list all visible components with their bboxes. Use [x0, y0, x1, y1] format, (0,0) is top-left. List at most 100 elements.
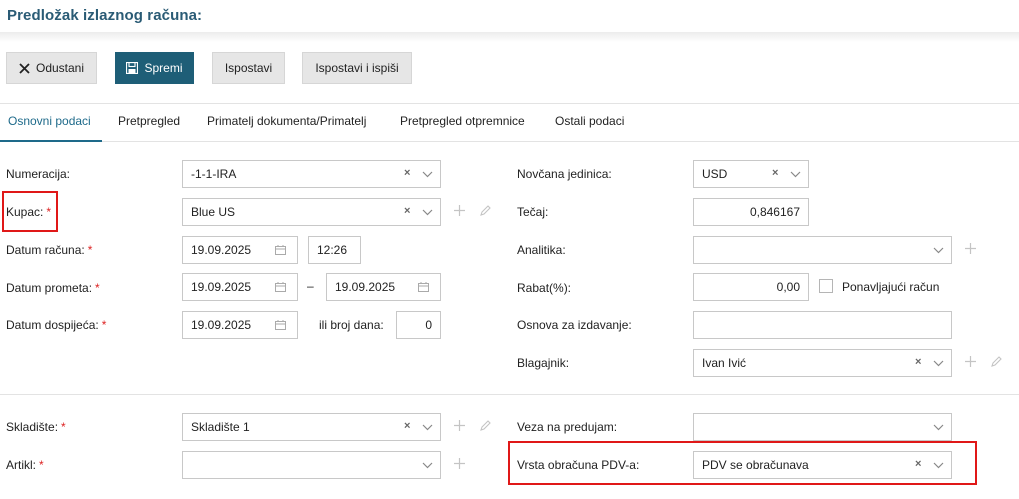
- issue-button[interactable]: Ispostavi: [212, 52, 285, 84]
- skladiste-value: Skladište 1: [191, 420, 250, 434]
- required-marker: *: [95, 281, 100, 295]
- edit-icon[interactable]: [479, 420, 491, 432]
- add-icon[interactable]: [965, 356, 976, 367]
- required-marker: *: [101, 318, 107, 332]
- chevron-down-icon[interactable]: [422, 462, 433, 469]
- chevron-down-icon[interactable]: [933, 462, 944, 469]
- datum-prometa-label-text: Datum prometa:: [6, 281, 93, 295]
- section-divider: [0, 394, 1019, 395]
- rabat-value: 0,00: [776, 280, 800, 294]
- tab-osnovni-podaci[interactable]: Osnovni podaci: [8, 114, 91, 128]
- ponavljajuci-racun-checkbox[interactable]: [819, 279, 833, 293]
- calendar-icon[interactable]: [275, 282, 286, 292]
- datum-racuna-label-text: Datum računa:: [6, 243, 85, 257]
- datum-dospijeca-input[interactable]: 19.09.2025: [182, 311, 298, 339]
- skladiste-select[interactable]: Skladište 1 ×: [182, 413, 441, 441]
- add-icon[interactable]: [454, 458, 465, 469]
- vrsta-pdv-select[interactable]: PDV se obračunava ×: [693, 451, 952, 479]
- broj-dana-input[interactable]: 0: [396, 311, 441, 339]
- kupac-label-text: Kupac:: [6, 205, 44, 219]
- vrsta-pdv-value: PDV se obračunava: [702, 458, 809, 472]
- ponavljajuci-racun-label: Ponavljajući račun: [842, 280, 940, 294]
- veza-predujam-select[interactable]: [693, 413, 952, 441]
- rabat-input[interactable]: 0,00: [693, 273, 809, 301]
- save-icon: [126, 62, 139, 74]
- datum-prometa-do-input[interactable]: 19.09.2025: [326, 273, 441, 301]
- blagajnik-select[interactable]: Ivan Ivić ×: [693, 349, 952, 377]
- required-marker: *: [61, 420, 66, 434]
- clear-icon[interactable]: ×: [915, 356, 921, 368]
- tab-ostali-podaci[interactable]: Ostali podaci: [555, 114, 624, 128]
- header-shadow: [0, 32, 1019, 42]
- issue-print-button[interactable]: Ispostavi i ispiši: [302, 52, 412, 84]
- datum-prometa-label: Datum prometa: *: [6, 281, 100, 295]
- calendar-icon[interactable]: [418, 282, 429, 292]
- analitika-select[interactable]: [693, 236, 952, 264]
- tab-pretpregled-otpremnice[interactable]: Pretpregled otpremnice: [400, 114, 525, 128]
- cancel-button[interactable]: Odustani: [6, 52, 97, 84]
- kupac-label: Kupac: *: [6, 205, 51, 219]
- save-button[interactable]: Spremi: [115, 52, 194, 84]
- active-tab-indicator: [0, 140, 102, 142]
- tab-pretpregled[interactable]: Pretpregled: [118, 114, 180, 128]
- datum-prometa-od-input[interactable]: 19.09.2025: [182, 273, 298, 301]
- page-title: Predložak izlaznog računa:: [7, 7, 203, 24]
- novcana-jedinica-select[interactable]: USD ×: [693, 160, 809, 188]
- kupac-select[interactable]: Blue US ×: [182, 198, 441, 226]
- datum-racuna-input[interactable]: 19.09.2025: [182, 236, 298, 264]
- chevron-down-icon[interactable]: [933, 247, 944, 254]
- tecaj-label: Tečaj:: [517, 205, 549, 219]
- close-icon: [19, 62, 30, 74]
- add-icon[interactable]: [965, 243, 976, 254]
- tecaj-input[interactable]: 0,846167: [693, 198, 809, 226]
- artikl-select[interactable]: [182, 451, 441, 479]
- blagajnik-value: Ivan Ivić: [702, 356, 747, 370]
- datum-dospijeca-label-text: Datum dospijeća:: [6, 318, 99, 332]
- osnova-label: Osnova za izdavanje:: [517, 318, 632, 332]
- analitika-label: Analitika:: [517, 243, 566, 257]
- vrijeme-input[interactable]: 12:26: [308, 236, 361, 264]
- calendar-icon[interactable]: [275, 245, 286, 255]
- issue-button-label: Ispostavi: [224, 61, 273, 75]
- required-marker: *: [46, 205, 52, 219]
- skladiste-label-text: Skladište:: [6, 420, 59, 434]
- chevron-down-icon[interactable]: [422, 424, 433, 431]
- tab-primatelj[interactable]: Primatelj dokumenta/Primatelj: [207, 114, 366, 128]
- chevron-down-icon[interactable]: [790, 171, 801, 178]
- save-button-label: Spremi: [144, 61, 183, 75]
- clear-icon[interactable]: ×: [404, 420, 410, 432]
- clear-icon[interactable]: ×: [404, 167, 410, 179]
- clear-icon[interactable]: ×: [915, 458, 921, 470]
- artikl-label: Artikl: *: [6, 458, 44, 472]
- novcana-jedinica-label: Novčana jedinica:: [517, 167, 612, 181]
- clear-icon[interactable]: ×: [404, 205, 410, 217]
- blagajnik-label: Blagajnik:: [517, 356, 570, 370]
- edit-icon[interactable]: [990, 356, 1002, 368]
- edit-icon[interactable]: [479, 205, 491, 217]
- rabat-label: Rabat(%):: [517, 281, 572, 295]
- chevron-down-icon[interactable]: [422, 209, 433, 216]
- required-marker: *: [39, 458, 44, 472]
- artikl-label-text: Artikl:: [6, 458, 36, 472]
- skladiste-label: Skladište: *: [6, 420, 66, 434]
- datum-dospijeca-label: Datum dospijeća: *: [6, 318, 106, 332]
- broj-dana-value: 0: [425, 318, 432, 332]
- vrijeme-value: 12:26: [317, 243, 348, 257]
- chevron-down-icon[interactable]: [933, 360, 944, 367]
- clear-icon[interactable]: ×: [772, 167, 778, 179]
- chevron-down-icon[interactable]: [933, 424, 944, 431]
- datum-racuna-label: Datum računa: *: [6, 243, 92, 257]
- add-icon[interactable]: [454, 420, 465, 431]
- cancel-button-label: Odustani: [35, 61, 85, 75]
- numeracija-select[interactable]: -1-1-IRA ×: [182, 160, 441, 188]
- vrsta-pdv-label: Vrsta obračuna PDV-a:: [517, 458, 640, 472]
- kupac-value: Blue US: [191, 205, 236, 219]
- add-icon[interactable]: [454, 205, 465, 216]
- chevron-down-icon[interactable]: [422, 171, 433, 178]
- numeracija-value: -1-1-IRA: [191, 167, 237, 181]
- calendar-icon[interactable]: [275, 320, 286, 330]
- osnova-input[interactable]: [693, 311, 952, 339]
- tecaj-value: 0,846167: [749, 205, 800, 219]
- issue-print-button-label: Ispostavi i ispiši: [315, 61, 399, 75]
- toolbar-divider: [0, 103, 1019, 104]
